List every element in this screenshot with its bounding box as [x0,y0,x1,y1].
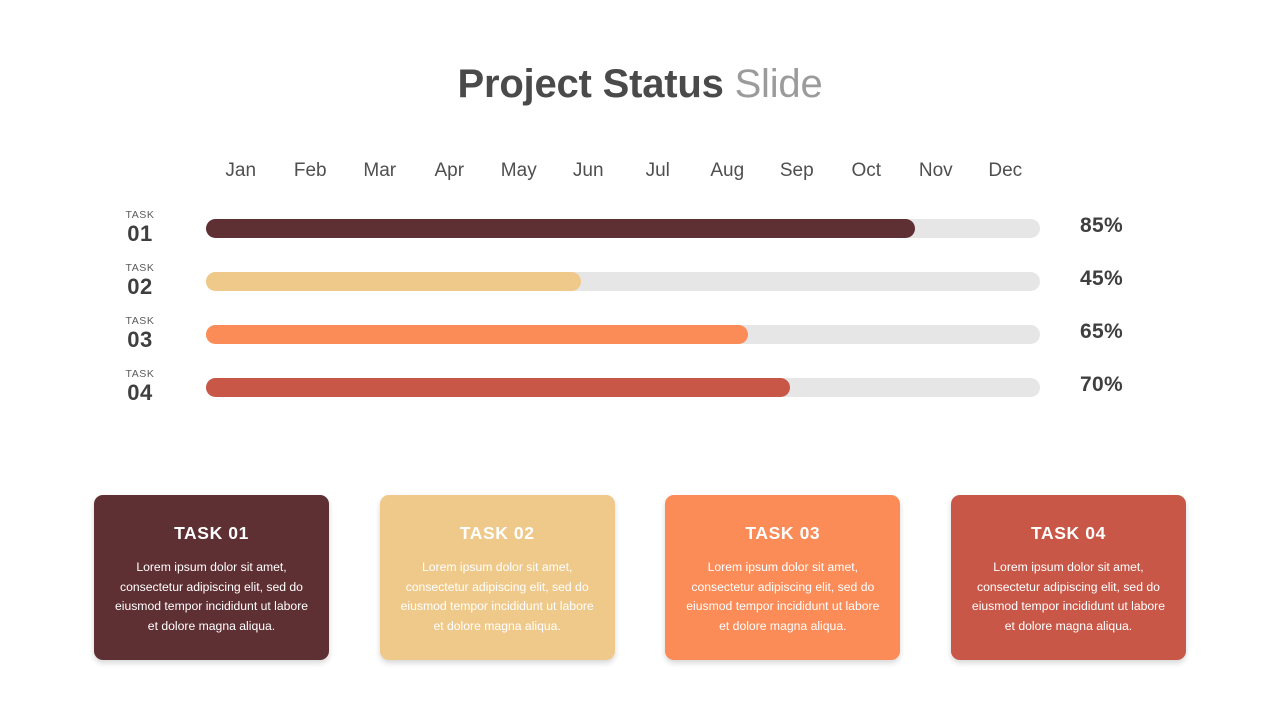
task-rows: TASK 01 85% TASK 02 45% TASK 03 65% TASK 04 70% [0,208,1280,420]
month-label-may: May [500,160,537,181]
task-row: TASK 02 45% [0,261,1280,314]
progress-fill [206,325,749,344]
task-kicker: TASK [125,315,155,327]
progress-percent-label: 45% [1080,267,1123,290]
progress-percent-label: 85% [1080,214,1123,237]
task-card[interactable]: TASK 04 Lorem ipsum dolor sit amet, conse… [950,495,1186,660]
page-title: Project Status Slide [0,62,1280,107]
task-card-title: TASK 02 [459,523,535,543]
task-kicker: TASK [125,262,155,274]
task-row-label-04: TASK 04 [90,367,190,405]
task-card-body: Lorem ipsum dolor sit amet, consectetur … [686,560,880,633]
month-label-jul: Jul [645,160,670,181]
progress-track[interactable] [206,325,1040,344]
month-label-jun: Jun [572,160,604,181]
progress-track[interactable] [206,272,1040,291]
task-card-title: TASK 01 [174,523,249,543]
task-kicker: TASK [125,368,155,380]
month-axis: Jan Feb Mar Apr May Jun Jul Aug Sep Oct Nov Dec [206,160,1040,182]
task-row-label-03: TASK 03 [90,314,190,352]
task-number: 03 [127,327,153,352]
progress-percent-label: 65% [1080,320,1123,343]
task-row: TASK 01 85% [0,208,1280,261]
task-row-label-02: TASK 02 [90,261,190,299]
task-card[interactable]: TASK 02 Lorem ipsum dolor sit amet, conse… [379,495,615,660]
progress-fill [206,219,915,238]
task-cards: TASK 01 Lorem ipsum dolor sit amet, conse… [94,495,1186,660]
month-label-sep: Sep [779,160,814,181]
progress-fill [206,378,790,397]
task-kicker: TASK [125,209,155,221]
task-card-title: TASK 03 [745,523,821,543]
page-title-accent: Slide [734,62,823,106]
task-number: 04 [127,380,153,405]
progress-track[interactable] [206,378,1040,397]
month-label-dec: Dec [988,160,1023,181]
task-row: TASK 03 65% [0,314,1280,367]
month-label-nov: Nov [918,160,953,181]
task-card-body: Lorem ipsum dolor sit amet, consectetur … [400,560,594,633]
task-card-title: TASK 04 [1031,523,1106,543]
progress-fill [206,272,582,291]
month-label-oct: Oct [851,160,882,181]
month-label-jan: Jan [225,160,257,181]
task-card-body: Lorem ipsum dolor sit amet, consectetur … [114,560,309,633]
task-row-label-01: TASK 01 [90,208,190,246]
page-title-main: Project Status [457,62,724,106]
task-card[interactable]: TASK 01 Lorem ipsum dolor sit amet, conse… [94,495,329,660]
task-row: TASK 04 70% [0,367,1280,420]
progress-percent-label: 70% [1080,373,1123,396]
month-label-apr: Apr [434,160,465,181]
task-number: 01 [127,221,153,246]
progress-track[interactable] [206,219,1040,238]
month-label-feb: Feb [293,160,327,181]
task-card-body: Lorem ipsum dolor sit amet, consectetur … [971,560,1165,633]
month-label-mar: Mar [363,160,397,181]
task-number: 02 [127,274,153,299]
month-label-aug: Aug [710,160,745,181]
task-card[interactable]: TASK 03 Lorem ipsum dolor sit amet, conse… [665,495,901,660]
